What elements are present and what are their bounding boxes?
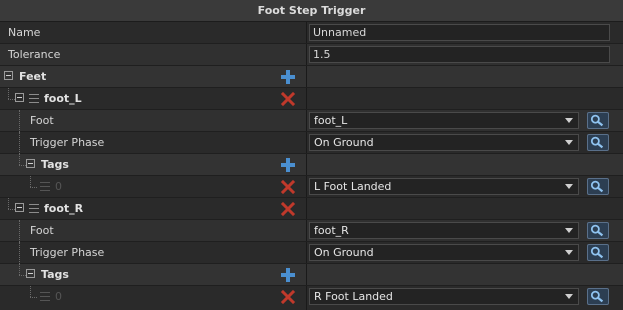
plus-icon[interactable] [280,69,296,85]
tree-line [30,286,31,297]
foot-l-foot-row: Foot foot_L [0,110,623,132]
tree-line [8,209,15,210]
trigger-phase-value: On Ground [314,246,374,259]
tree-line [19,154,20,165]
tree-line [19,165,26,166]
trigger-phase-label: Trigger Phase [30,136,105,149]
foot-l-phase-row: Trigger Phase On Ground [0,132,623,154]
chevron-down-icon [565,250,573,255]
collapse-minus-icon[interactable] [15,93,24,102]
drag-handle-icon[interactable] [29,94,39,103]
foot-dropdown-value: foot_R [314,224,349,237]
drag-handle-icon[interactable] [40,182,50,191]
tree-line [30,176,31,187]
tags-label: Tags [41,158,69,171]
foot-r-label: foot_R [44,202,84,215]
collapse-minus-icon[interactable] [15,203,24,212]
column-divider [306,154,307,175]
foot-l-tags-row: Tags [0,154,623,176]
chevron-down-icon [565,184,573,189]
name-row: Name Unnamed [0,22,623,44]
magnifier-icon[interactable] [587,112,609,129]
tree-line [19,220,20,242]
foot-dropdown[interactable]: foot_R [309,222,579,239]
tree-line [30,187,37,188]
trigger-phase-value: On Ground [314,136,374,149]
column-divider [306,44,307,65]
chevron-down-icon [565,118,573,123]
foot-l-row: foot_L [0,88,623,110]
drag-handle-icon[interactable] [29,204,39,213]
chevron-down-icon [565,228,573,233]
column-divider [306,110,307,131]
x-icon[interactable] [280,289,296,305]
column-divider [306,286,307,310]
tree-line [8,198,9,209]
magnifier-icon[interactable] [587,222,609,239]
chevron-down-icon [565,140,573,145]
feet-label: Feet [19,70,47,83]
plus-icon[interactable] [280,267,296,283]
tolerance-row: Tolerance 1.5 [0,44,623,66]
tree-line [19,264,20,275]
column-divider [306,242,307,263]
tag-index: 0 [55,180,62,193]
column-divider [306,220,307,241]
magnifier-icon[interactable] [587,134,609,151]
chevron-down-icon [565,294,573,299]
foot-r-foot-row: Foot foot_R [0,220,623,242]
foot-l-label: foot_L [44,92,82,105]
tag-value: R Foot Landed [314,290,393,303]
x-icon[interactable] [280,201,296,217]
magnifier-icon[interactable] [587,178,609,195]
feet-row: Feet [0,66,623,88]
foot-l-tag-row: 0 L Foot Landed [0,176,623,198]
tree-line [19,275,26,276]
collapse-minus-icon[interactable] [4,71,13,80]
foot-r-phase-row: Trigger Phase On Ground [0,242,623,264]
foot-label: Foot [30,224,54,237]
tag-dropdown[interactable]: L Foot Landed [309,178,579,195]
x-icon[interactable] [280,91,296,107]
collapse-minus-icon[interactable] [26,159,35,168]
foot-dropdown-value: foot_L [314,114,348,127]
foot-label: Foot [30,114,54,127]
tolerance-label: Tolerance [8,48,61,61]
tree-line [19,132,20,154]
tag-value: L Foot Landed [314,180,392,193]
tag-index: 0 [55,290,62,303]
tolerance-field[interactable]: 1.5 [309,46,610,63]
foot-r-tags-row: Tags [0,264,623,286]
trigger-phase-dropdown[interactable]: On Ground [309,134,579,151]
foot-dropdown[interactable]: foot_L [309,112,579,129]
plus-icon[interactable] [280,157,296,173]
name-label: Name [8,26,41,39]
drag-handle-icon[interactable] [40,292,50,301]
tags-label: Tags [41,268,69,281]
tree-line [8,99,15,100]
foot-step-trigger-panel: Foot Step Trigger Name Unnamed Tolerance… [0,0,623,310]
column-divider [306,22,307,43]
foot-r-tag-row: 0 R Foot Landed [0,286,623,310]
magnifier-icon[interactable] [587,244,609,261]
tree-line [30,297,37,298]
column-divider [306,88,307,109]
tree-line [19,110,20,132]
tree-line [8,88,9,99]
trigger-phase-dropdown[interactable]: On Ground [309,244,579,261]
panel-title: Foot Step Trigger [0,0,623,22]
column-divider [306,176,307,197]
column-divider [306,132,307,153]
tag-dropdown[interactable]: R Foot Landed [309,288,579,305]
column-divider [306,198,307,219]
foot-r-row: foot_R [0,198,623,220]
tree-line [19,242,20,264]
name-field[interactable]: Unnamed [309,24,610,41]
collapse-minus-icon[interactable] [26,269,35,278]
trigger-phase-label: Trigger Phase [30,246,105,259]
column-divider [306,66,307,87]
column-divider [306,264,307,285]
magnifier-icon[interactable] [587,288,609,305]
x-icon[interactable] [280,179,296,195]
